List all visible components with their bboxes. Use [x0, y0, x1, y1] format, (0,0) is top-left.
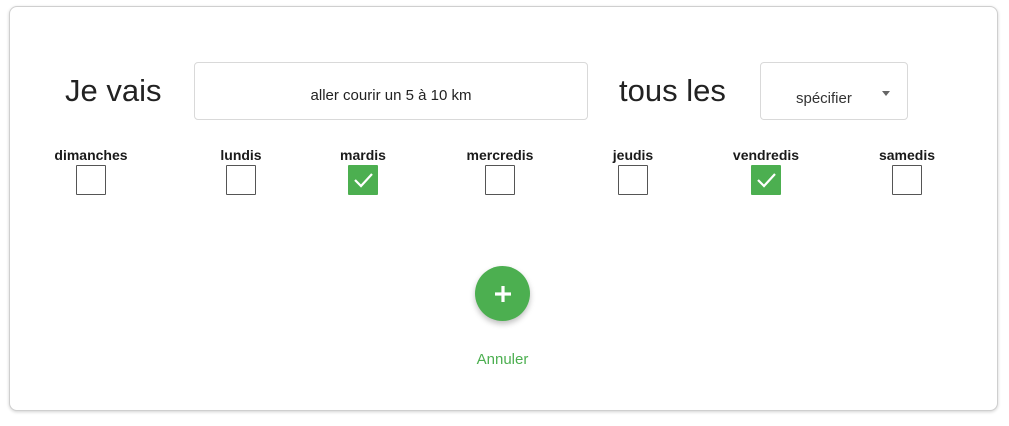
activity-field[interactable]	[194, 62, 588, 120]
day-label: dimanches	[54, 147, 128, 163]
sentence-middle: tous les	[619, 73, 726, 108]
caret-down-icon[interactable]	[882, 91, 890, 96]
day-option-mardis: mardis	[308, 147, 418, 195]
frequency-select[interactable]: spécifier	[760, 62, 908, 120]
day-checkbox-samedis[interactable]	[892, 165, 922, 195]
day-checkbox-vendredis[interactable]	[751, 165, 781, 195]
frequency-select-value: spécifier	[796, 90, 852, 107]
day-label: mercredis	[466, 147, 534, 163]
day-label: samedis	[878, 147, 936, 163]
day-checkbox-mardis[interactable]	[348, 165, 378, 195]
add-goal-button[interactable]	[475, 266, 530, 321]
goal-card: Je vais tous les spécifier dimanches lun…	[9, 6, 998, 411]
day-option-samedis: samedis	[852, 147, 962, 195]
day-checkbox-lundis[interactable]	[226, 165, 256, 195]
checkmark-icon	[354, 173, 373, 188]
day-checkbox-mercredis[interactable]	[485, 165, 515, 195]
day-label: mardis	[340, 147, 386, 163]
day-option-lundis: lundis	[186, 147, 296, 195]
day-option-mercredis: mercredis	[445, 147, 555, 195]
day-option-vendredis: vendredis	[711, 147, 821, 195]
day-label: lundis	[220, 147, 262, 163]
day-checkbox-jeudis[interactable]	[618, 165, 648, 195]
day-option-dimanches: dimanches	[36, 147, 146, 195]
plus-icon	[494, 285, 511, 302]
day-label: vendredis	[732, 147, 800, 163]
checkmark-icon	[757, 173, 776, 188]
day-option-jeudis: jeudis	[578, 147, 688, 195]
day-checkbox-dimanches[interactable]	[76, 165, 106, 195]
activity-input[interactable]	[195, 77, 587, 105]
sentence-prefix: Je vais	[65, 73, 162, 108]
cancel-link[interactable]: Annuler	[450, 351, 555, 368]
day-label: jeudis	[612, 147, 654, 163]
